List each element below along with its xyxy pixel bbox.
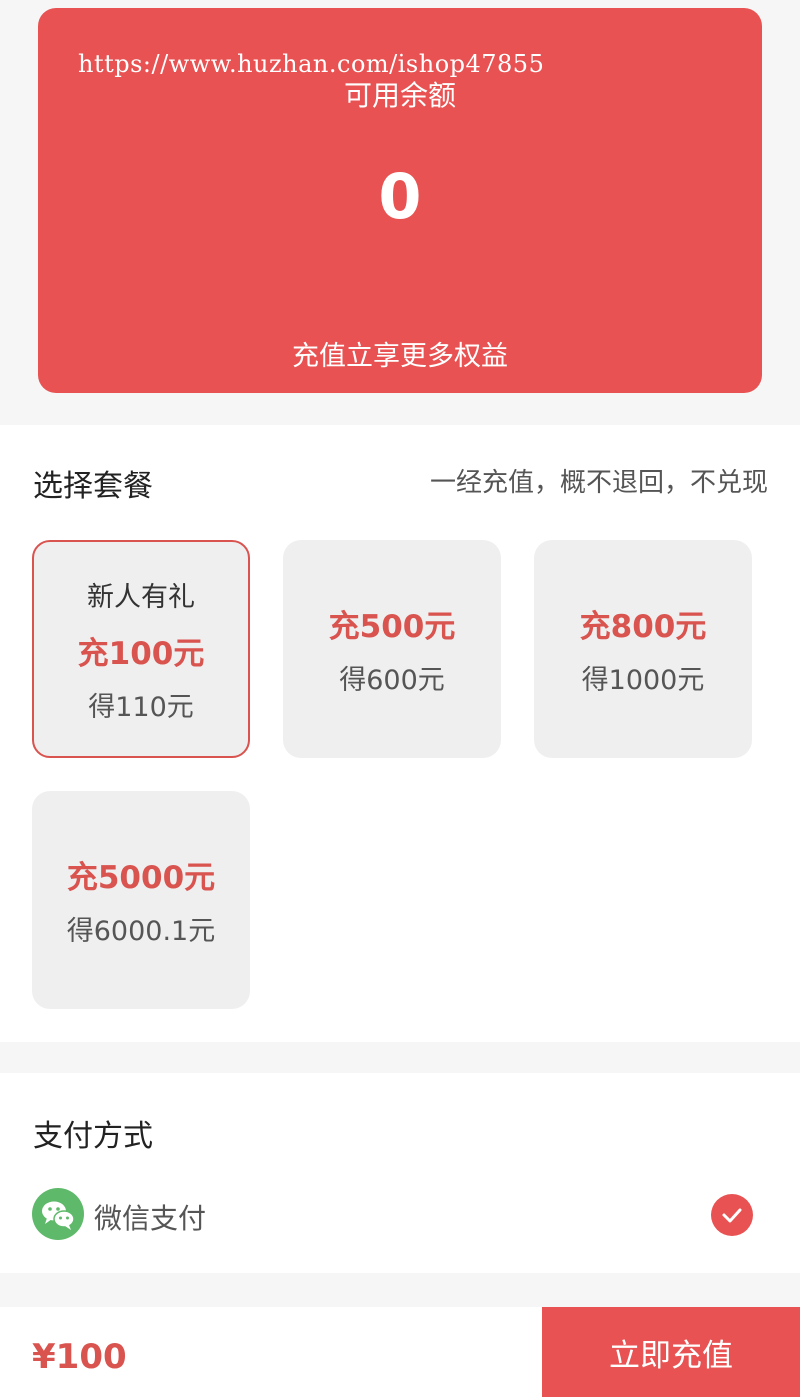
package-option-800[interactable]: 充800元 得1000元 — [534, 540, 752, 758]
wechat-icon — [32, 1188, 84, 1240]
balance-value: 0 — [378, 160, 422, 233]
recharge-button[interactable]: 立即充值 — [542, 1307, 800, 1397]
package-tag: 新人有礼 — [87, 581, 195, 613]
package-charge: 充500元 — [328, 609, 456, 645]
package-option-500[interactable]: 充500元 得600元 — [283, 540, 501, 758]
package-section-title: 选择套餐 — [33, 469, 153, 504]
payment-method-label: 微信支付 — [94, 1202, 207, 1235]
total-price: ¥100 — [32, 1337, 127, 1377]
payment-section-title: 支付方式 — [33, 1119, 153, 1154]
package-charge: 充800元 — [579, 609, 707, 645]
package-option-100[interactable]: 新人有礼 充100元 得110元 — [32, 540, 250, 758]
check-icon[interactable] — [711, 1194, 753, 1236]
balance-subtitle: 充值立享更多权益 — [292, 341, 508, 372]
package-get: 得6000.1元 — [66, 916, 216, 947]
package-charge: 充100元 — [77, 635, 205, 672]
package-get: 得110元 — [88, 691, 194, 723]
package-option-5000[interactable]: 充5000元 得6000.1元 — [32, 791, 250, 1009]
payment-section: 支付方式 微信支付 — [0, 1073, 800, 1273]
package-get: 得1000元 — [581, 665, 705, 696]
package-section: 选择套餐 一经充值，概不退回，不兑现 新人有礼 充100元 得110元 充500… — [0, 425, 800, 1042]
refund-notice: 一经充值，概不退回，不兑现 — [429, 468, 768, 498]
bottom-bar: ¥100 立即充值 — [0, 1307, 800, 1397]
balance-label: 可用余额 — [343, 79, 456, 112]
package-charge: 充5000元 — [66, 860, 216, 896]
package-get: 得600元 — [339, 665, 445, 696]
balance-card: https://www.huzhan.com/ishop47855 可用余额 0… — [38, 8, 762, 393]
